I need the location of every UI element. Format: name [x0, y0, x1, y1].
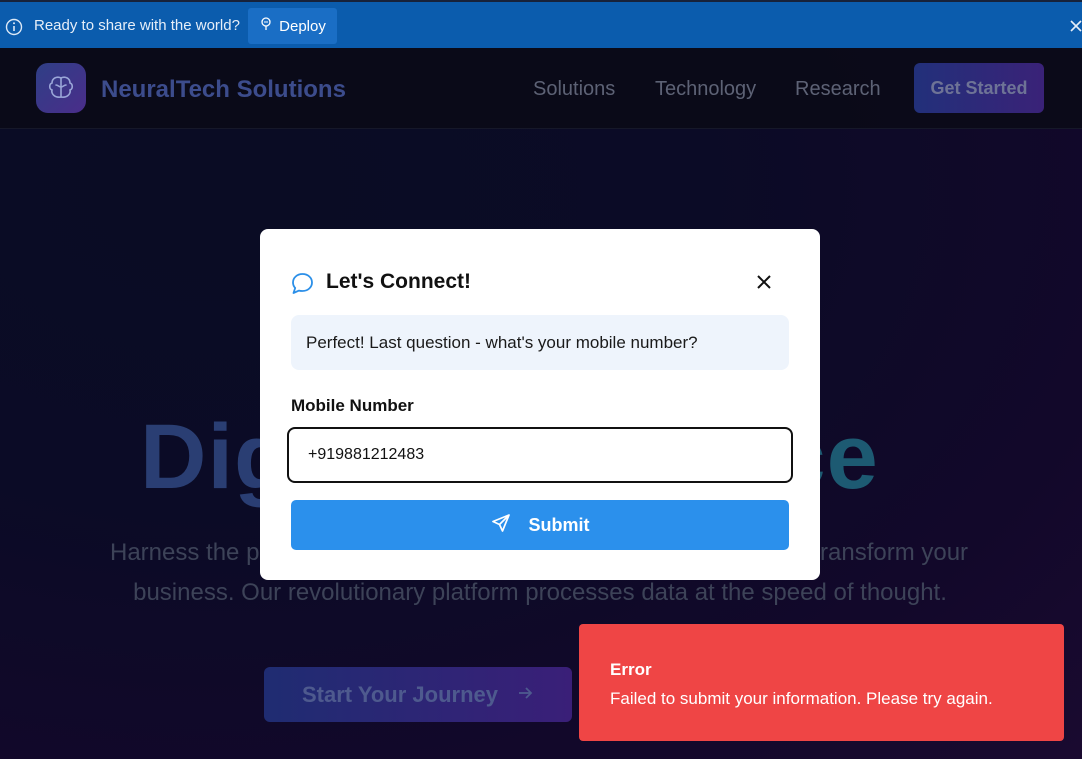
close-icon[interactable] [1068, 18, 1082, 34]
send-icon [491, 513, 511, 538]
info-icon [5, 18, 23, 36]
chat-prompt: Perfect! Last question - what's your mob… [291, 315, 789, 370]
banner-text: Ready to share with the world? [34, 17, 240, 34]
nav-link-solutions[interactable]: Solutions [533, 78, 615, 101]
nav-link-technology[interactable]: Technology [655, 78, 756, 101]
arrow-right-icon [516, 682, 534, 708]
nav-link-research[interactable]: Research [795, 78, 881, 101]
brand-name[interactable]: NeuralTech Solutions [101, 76, 346, 104]
submit-button[interactable]: Submit [291, 500, 789, 550]
navbar: NeuralTech Solutions Solutions Technolog… [0, 48, 1082, 129]
modal-title: Let's Connect! [326, 270, 472, 293]
toast-message: Failed to submit your information. Pleas… [610, 689, 993, 708]
start-journey-button[interactable]: Start Your Journey [264, 667, 572, 722]
hero-subtitle-right: ransform your [820, 539, 969, 566]
close-icon[interactable] [755, 273, 773, 291]
mobile-number-input[interactable] [287, 427, 793, 483]
get-started-button[interactable]: Get Started [914, 63, 1044, 113]
hero-subtitle-left: Harness the p [110, 539, 260, 566]
mobile-number-label: Mobile Number [291, 396, 414, 415]
deploy-banner: Ready to share with the world? Deploy [0, 0, 1082, 48]
deploy-button-label: Deploy [279, 17, 326, 35]
lets-connect-modal: Let's Connect! Perfect! Last question - … [260, 229, 820, 580]
chat-bubble-icon [290, 271, 315, 296]
brain-logo-icon[interactable] [36, 63, 86, 113]
deploy-icon [259, 17, 273, 35]
deploy-button[interactable]: Deploy [248, 8, 337, 44]
start-journey-label: Start Your Journey [301, 681, 498, 707]
toast-title: Error [610, 660, 652, 679]
error-toast[interactable]: Error Failed to submit your information.… [579, 624, 1064, 741]
submit-label: Submit [528, 514, 590, 535]
